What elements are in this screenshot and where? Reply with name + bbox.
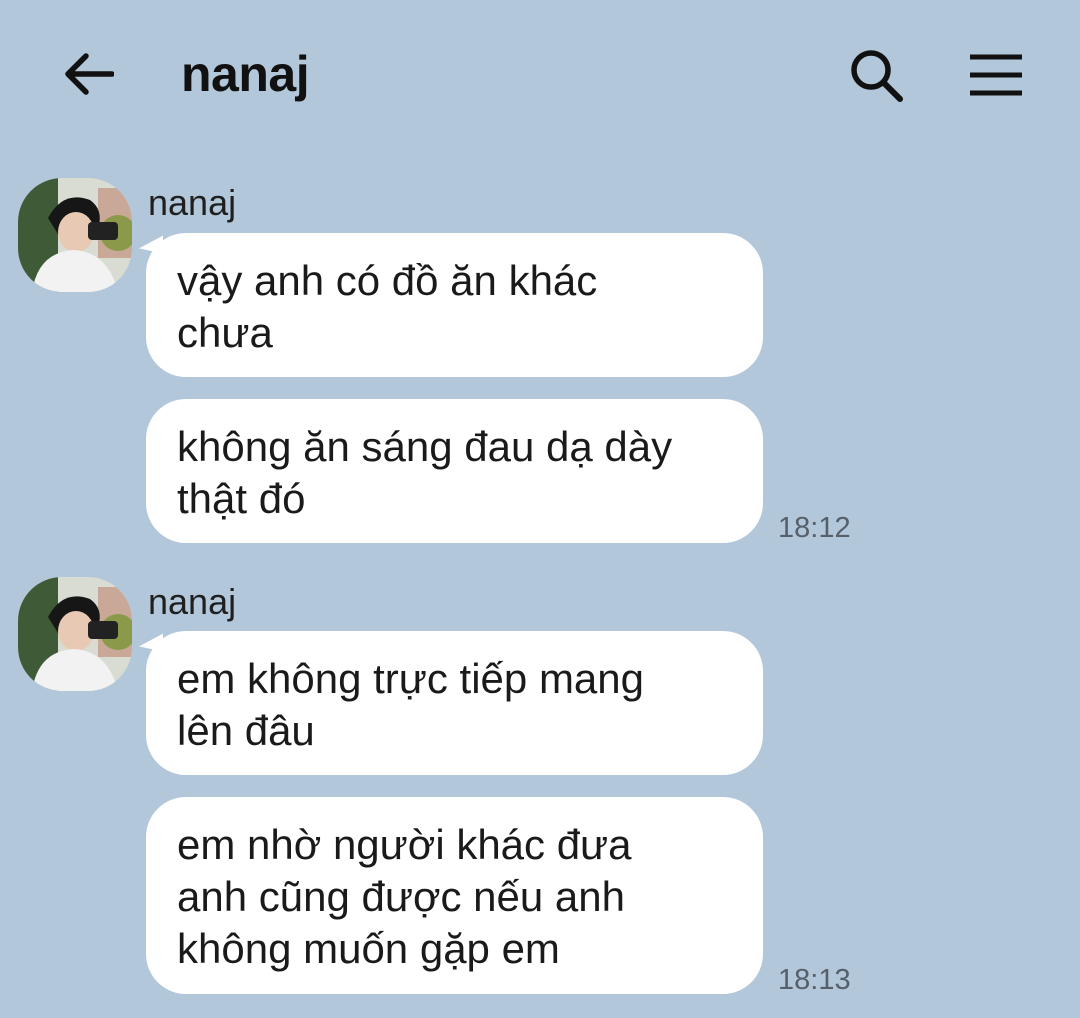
message-text: không ăn sáng đau dạ dày [177,423,673,470]
message-bubble[interactable]: em không trực tiếp mang lên đâu [146,631,763,775]
message-bubble[interactable]: em nhờ người khác đưa anh cũng được nếu … [146,797,763,994]
sender-name: nanaj [148,581,237,622]
arrow-left-icon [65,53,114,95]
chat-header: nanaj [0,0,1080,150]
message-timestamp: 18:13 [778,964,851,996]
message-bubble[interactable]: không ăn sáng đau dạ dày thật đó [146,399,763,543]
message-text: lên đâu [177,707,315,754]
message-text: anh cũng được nếu anh [177,873,625,920]
message-timestamp: 18:12 [778,512,851,544]
message-text: thật đó [177,475,306,522]
message-text: vậy anh có đồ ăn khác [177,257,598,304]
message-text: em không trực tiếp mang [177,655,645,702]
avatar-photo [18,577,132,691]
chat-title: nanaj [181,46,310,102]
message-text: chưa [177,309,273,356]
message-text: em nhờ người khác đưa [177,821,632,868]
message-text: không muốn gặp em [177,925,560,972]
back-button[interactable] [56,44,120,104]
avatar[interactable] [18,577,132,691]
hamburger-menu-icon [970,54,1022,96]
search-icon [851,50,903,102]
message-bubble[interactable]: vậy anh có đồ ăn khác chưa [146,233,763,377]
avatar[interactable] [18,178,132,292]
sender-name: nanaj [148,182,237,223]
search-button[interactable] [840,40,912,110]
avatar-photo [18,178,132,292]
menu-button[interactable] [960,40,1032,110]
